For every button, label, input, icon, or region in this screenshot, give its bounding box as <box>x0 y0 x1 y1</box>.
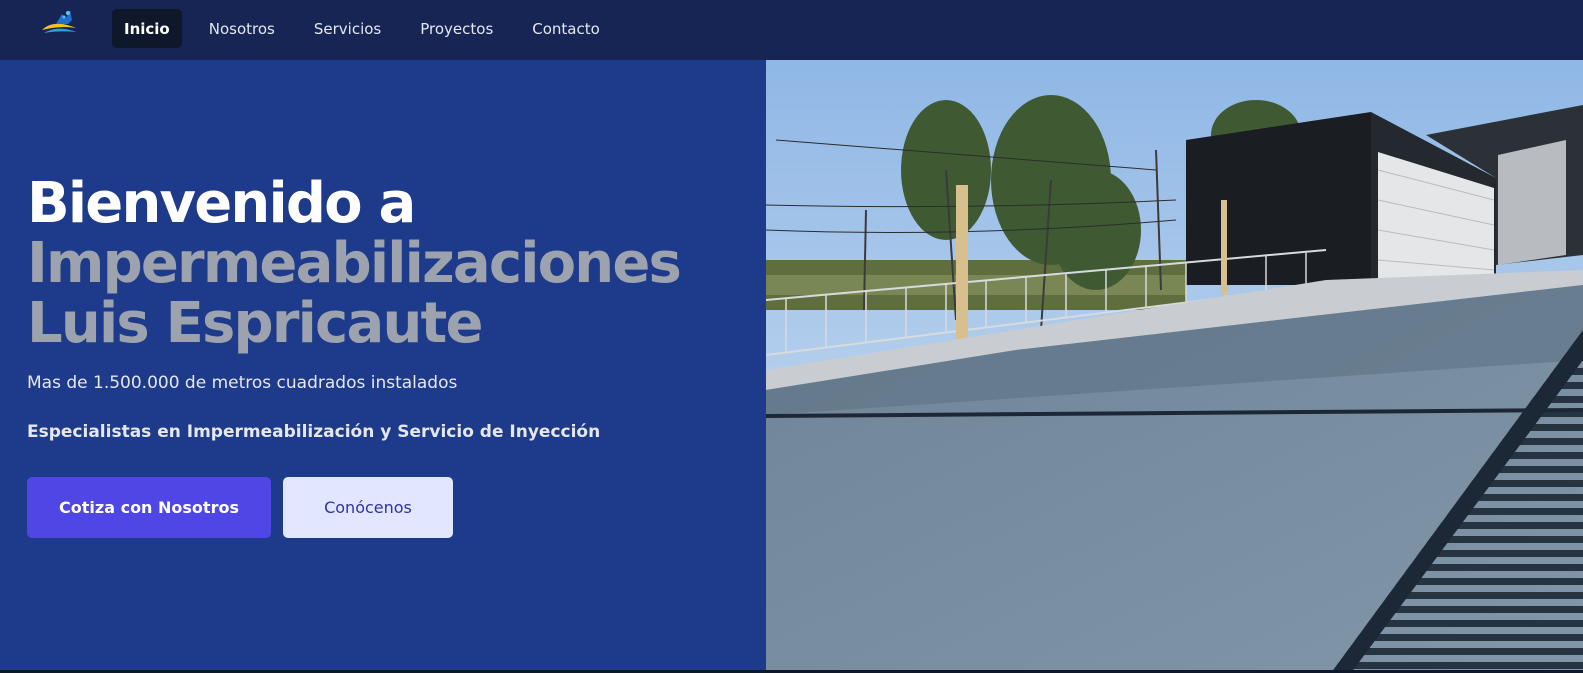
hero-title-line1: Bienvenido a <box>27 171 416 236</box>
hero-subtitle: Mas de 1.500.000 de metros cuadrados ins… <box>27 373 458 393</box>
nav-item-proyectos[interactable]: Proyectos <box>408 9 505 48</box>
nav-item-nosotros[interactable]: Nosotros <box>197 9 287 48</box>
nav-item-contacto[interactable]: Contacto <box>520 9 612 48</box>
top-navigation-bar: Inicio Nosotros Servicios Proyectos Cont… <box>0 0 1583 60</box>
hero-text-panel: Bienvenido a Impermeabilizaciones Luis E… <box>0 60 766 673</box>
nav-item-servicios[interactable]: Servicios <box>302 9 393 48</box>
nav-item-inicio[interactable]: Inicio <box>112 9 182 48</box>
hero-title-line2: Impermeabilizaciones <box>27 231 682 296</box>
main-nav: Inicio Nosotros Servicios Proyectos Cont… <box>112 9 627 48</box>
hero-tagline: Especialistas en Impermeabilización y Se… <box>27 422 601 442</box>
hero-section: Bienvenido a Impermeabilizaciones Luis E… <box>0 60 1583 673</box>
company-logo-icon[interactable] <box>38 6 80 38</box>
cotiza-button[interactable]: Cotiza con Nosotros <box>27 477 271 538</box>
conocenos-button[interactable]: Conócenos <box>283 477 453 538</box>
hero-image <box>766 60 1583 673</box>
hero-title: Bienvenido a Impermeabilizaciones Luis E… <box>27 174 747 354</box>
hero-title-line3: Luis Espricaute <box>27 291 483 356</box>
